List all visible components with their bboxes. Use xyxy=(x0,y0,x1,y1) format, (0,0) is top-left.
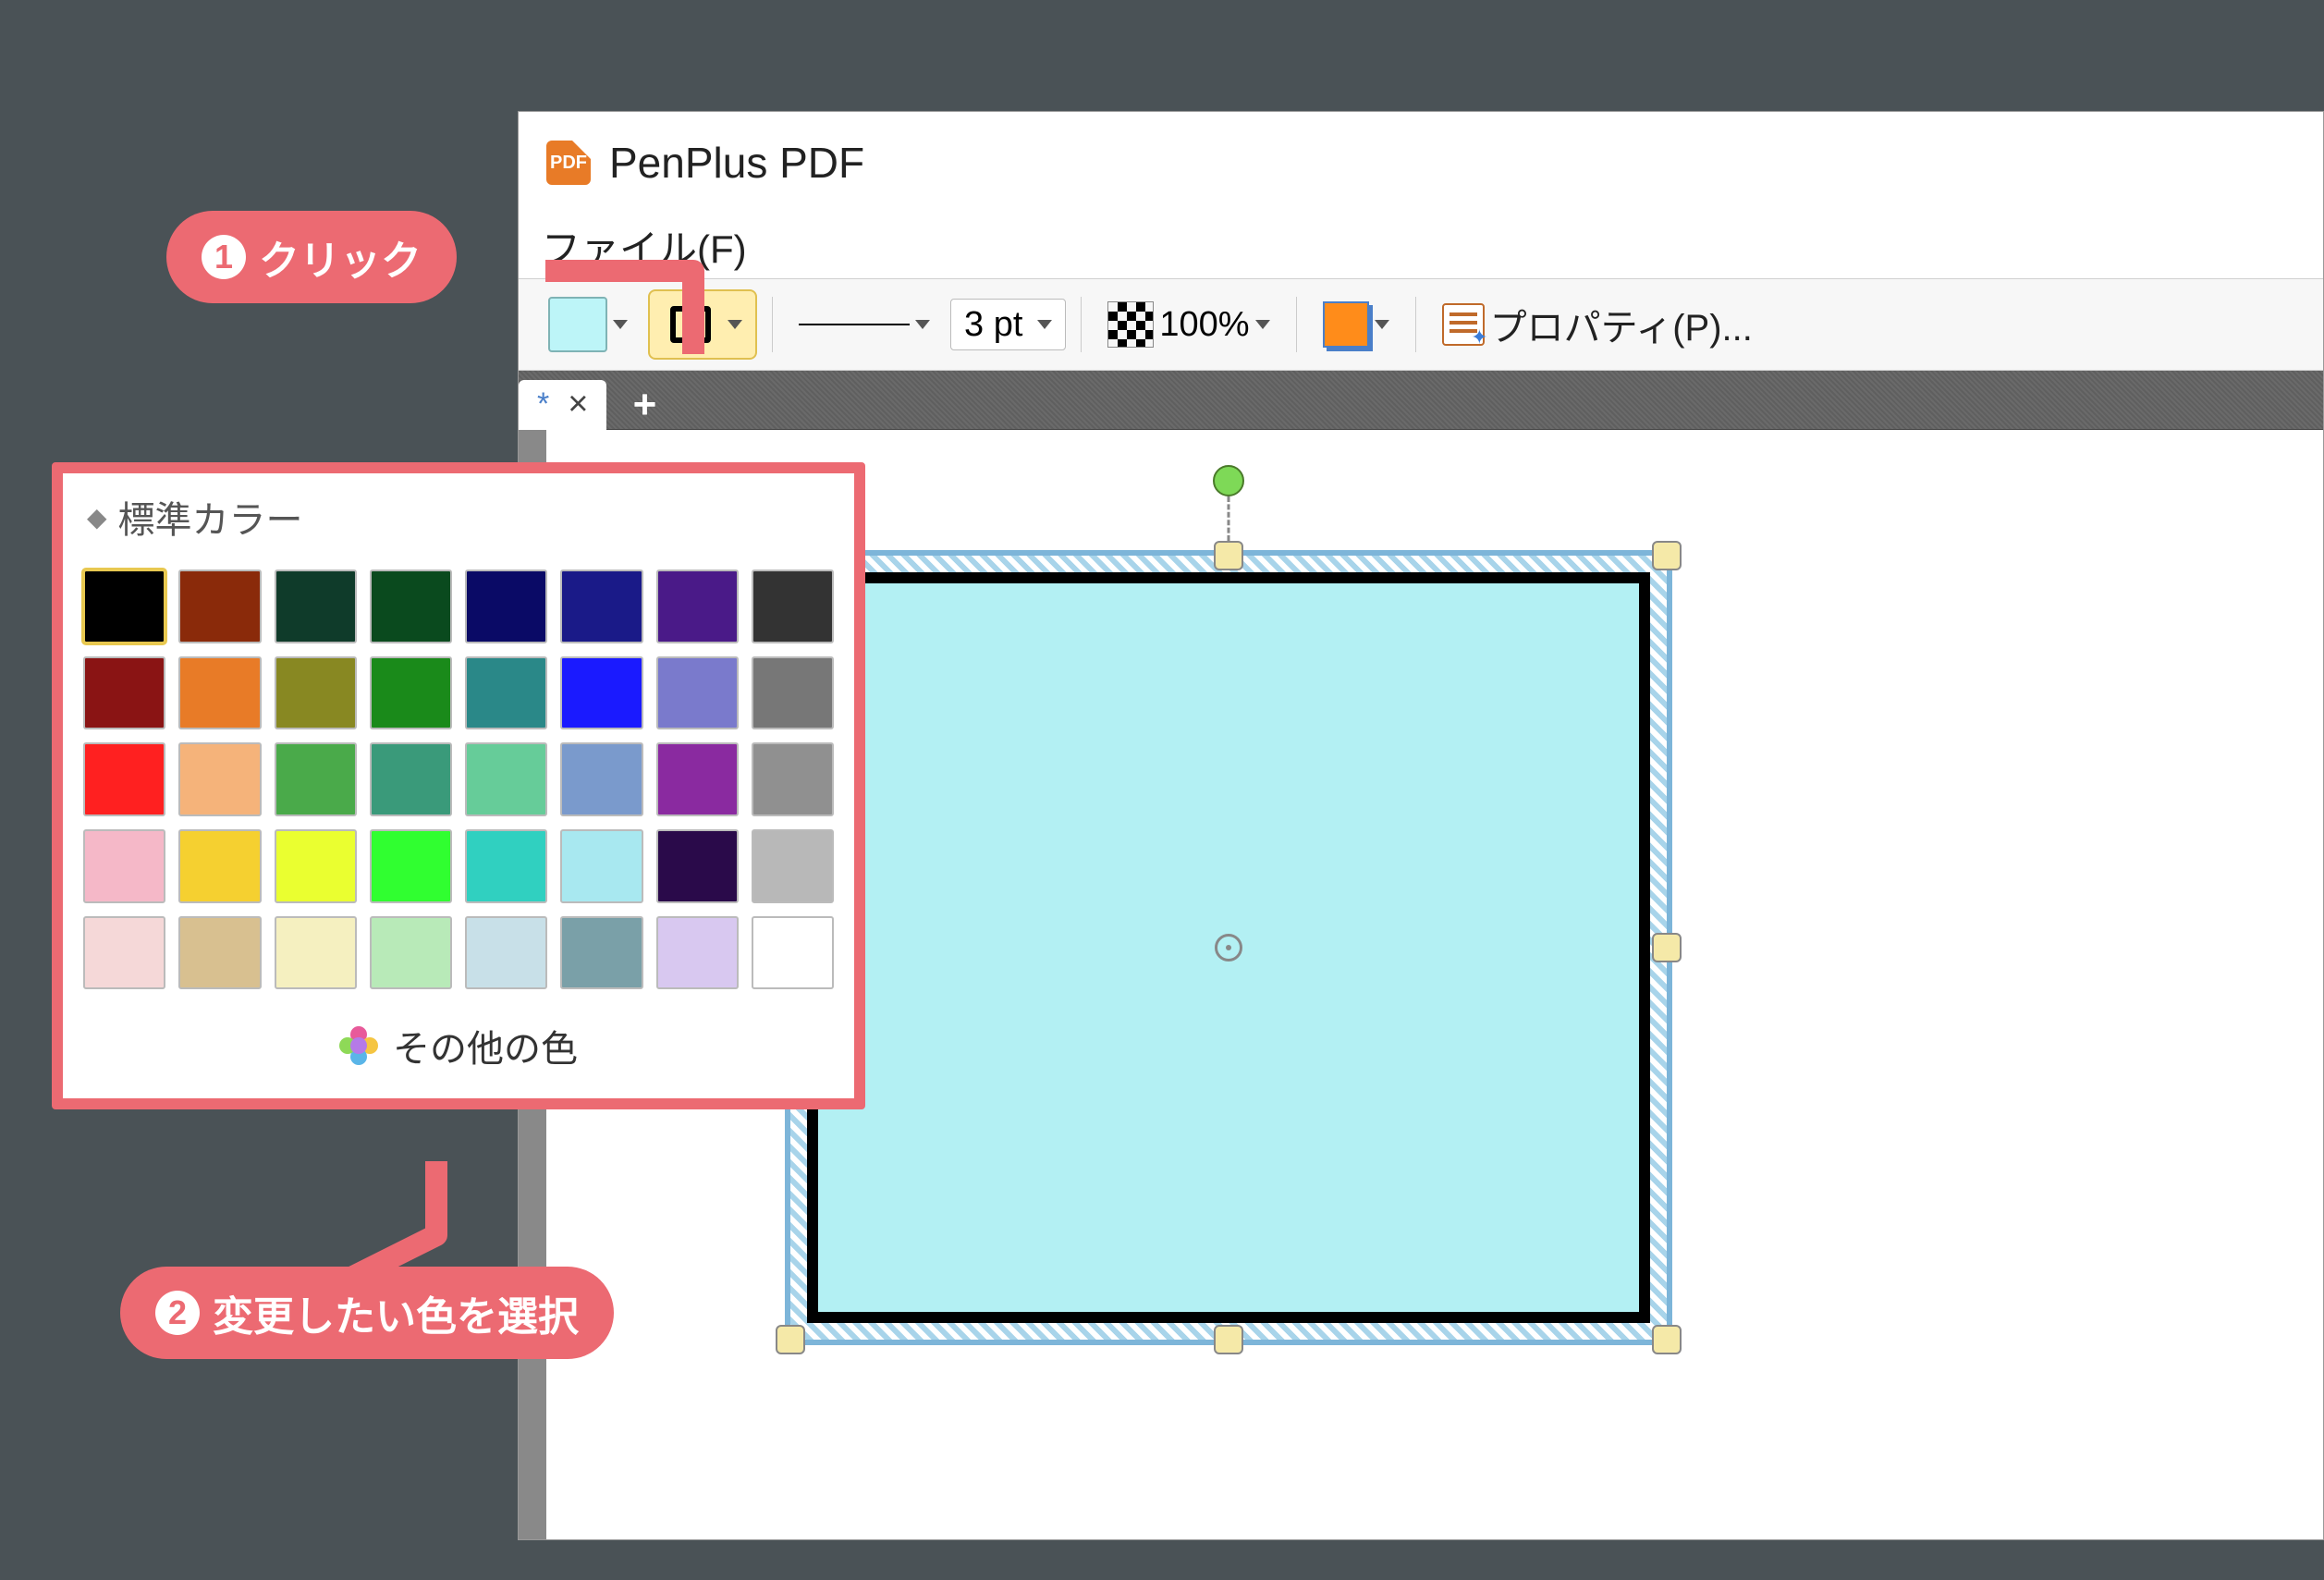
chevron-down-icon[interactable] xyxy=(1375,320,1389,329)
resize-handle-bottom[interactable] xyxy=(1214,1325,1243,1354)
color-swatch[interactable] xyxy=(465,829,547,903)
callout-number-2: 2 xyxy=(155,1291,200,1335)
resize-handle-bottom-left[interactable] xyxy=(776,1325,805,1354)
opacity-checker-icon xyxy=(1107,301,1154,348)
color-swatch[interactable] xyxy=(275,656,357,730)
toolbar: 3 pt 100% プロパティ(P)... xyxy=(519,278,2323,371)
toolbar-separator xyxy=(1081,297,1082,352)
color-swatch[interactable] xyxy=(83,742,165,816)
color-swatch[interactable] xyxy=(275,742,357,816)
color-swatch[interactable] xyxy=(465,742,547,816)
color-swatch[interactable] xyxy=(560,742,642,816)
menubar: ファイル(F) xyxy=(519,214,2323,278)
color-swatch[interactable] xyxy=(752,916,834,990)
color-swatch[interactable] xyxy=(370,829,452,903)
color-swatch[interactable] xyxy=(178,916,261,990)
blend-color-group[interactable] xyxy=(1312,288,1401,361)
color-grid xyxy=(63,560,854,998)
properties-label: プロパティ(P)... xyxy=(1490,298,1753,351)
toolbar-separator xyxy=(1296,297,1297,352)
properties-icon xyxy=(1442,303,1485,346)
color-swatch[interactable] xyxy=(370,656,452,730)
color-swatch[interactable] xyxy=(370,916,452,990)
center-marker xyxy=(1215,934,1242,961)
rotation-connector xyxy=(1228,496,1230,541)
toolbar-separator xyxy=(1415,297,1416,352)
color-swatch[interactable] xyxy=(560,570,642,643)
color-swatch[interactable] xyxy=(83,656,165,730)
color-swatch[interactable] xyxy=(656,829,739,903)
color-swatch[interactable] xyxy=(275,916,357,990)
callout-connector-1 xyxy=(545,271,712,363)
callout-step-1: 1 クリック xyxy=(166,211,457,303)
color-swatch[interactable] xyxy=(465,570,547,643)
color-swatch[interactable] xyxy=(752,829,834,903)
color-popup-header: ◆ 標準カラー xyxy=(63,473,854,560)
line-weight-value: 3 pt xyxy=(964,305,1022,345)
opacity-group[interactable]: 100% xyxy=(1096,288,1280,361)
app-pdf-icon: PDF xyxy=(546,141,591,185)
color-swatch[interactable] xyxy=(83,570,165,643)
color-swatch[interactable] xyxy=(465,916,547,990)
tab-close-button[interactable]: × xyxy=(568,385,588,424)
chevron-down-icon[interactable] xyxy=(1255,320,1270,329)
line-weight-combo[interactable]: 3 pt xyxy=(950,299,1066,350)
properties-button[interactable]: プロパティ(P)... xyxy=(1431,288,1764,361)
selected-shape[interactable] xyxy=(785,550,1672,1345)
color-swatch[interactable] xyxy=(656,656,739,730)
chevron-down-icon[interactable] xyxy=(728,320,742,329)
color-swatch[interactable] xyxy=(178,742,261,816)
titlebar: PDF PenPlus PDF xyxy=(519,112,2323,214)
callout-number-1: 1 xyxy=(202,235,246,279)
color-swatch[interactable] xyxy=(465,656,547,730)
tab-add-button[interactable]: + xyxy=(619,380,669,430)
color-swatch[interactable] xyxy=(178,656,261,730)
resize-handle-top-right[interactable] xyxy=(1652,541,1682,570)
color-swatch[interactable] xyxy=(560,916,642,990)
line-style-preview xyxy=(799,324,910,325)
callout-text-2: 変更したい色を選択 xyxy=(213,1283,579,1342)
color-swatch[interactable] xyxy=(560,656,642,730)
color-swatch[interactable] xyxy=(656,742,739,816)
document-tab[interactable]: * × xyxy=(519,380,606,430)
resize-handle-bottom-right[interactable] xyxy=(1652,1325,1682,1354)
color-swatch[interactable] xyxy=(560,829,642,903)
resize-handle-top[interactable] xyxy=(1214,541,1243,570)
color-swatch[interactable] xyxy=(656,570,739,643)
color-swatch[interactable] xyxy=(370,742,452,816)
color-picker-popup: ◆ 標準カラー その他の色 xyxy=(52,462,865,1109)
callout-step-2: 2 変更したい色を選択 xyxy=(120,1267,614,1359)
tabbar: * × + xyxy=(519,371,2323,430)
color-swatch[interactable] xyxy=(656,916,739,990)
color-swatch[interactable] xyxy=(752,656,834,730)
tab-dirty-mark: * xyxy=(537,386,549,423)
color-swatch[interactable] xyxy=(178,829,261,903)
standard-colors-label: 標準カラー xyxy=(118,490,303,544)
more-colors-label: その他の色 xyxy=(393,1019,578,1072)
callout-text-1: クリック xyxy=(259,227,422,287)
more-colors-button[interactable]: その他の色 xyxy=(63,998,854,1080)
line-style-group[interactable] xyxy=(788,288,941,361)
opacity-value: 100% xyxy=(1159,305,1249,345)
color-swatch[interactable] xyxy=(275,570,357,643)
blend-swatch-icon xyxy=(1323,301,1369,348)
chevron-down-icon[interactable] xyxy=(915,320,930,329)
color-swatch[interactable] xyxy=(752,742,834,816)
color-swatch[interactable] xyxy=(83,916,165,990)
diamond-icon: ◆ xyxy=(87,502,107,533)
color-swatch[interactable] xyxy=(83,829,165,903)
color-swatch[interactable] xyxy=(275,829,357,903)
rotation-handle[interactable] xyxy=(1213,465,1244,496)
color-wheel-icon xyxy=(339,1026,378,1065)
app-title: PenPlus PDF xyxy=(609,138,864,188)
chevron-down-icon xyxy=(1037,320,1052,329)
toolbar-separator xyxy=(772,297,773,352)
color-swatch[interactable] xyxy=(752,570,834,643)
color-swatch[interactable] xyxy=(178,570,261,643)
color-swatch[interactable] xyxy=(370,570,452,643)
resize-handle-right[interactable] xyxy=(1652,933,1682,962)
